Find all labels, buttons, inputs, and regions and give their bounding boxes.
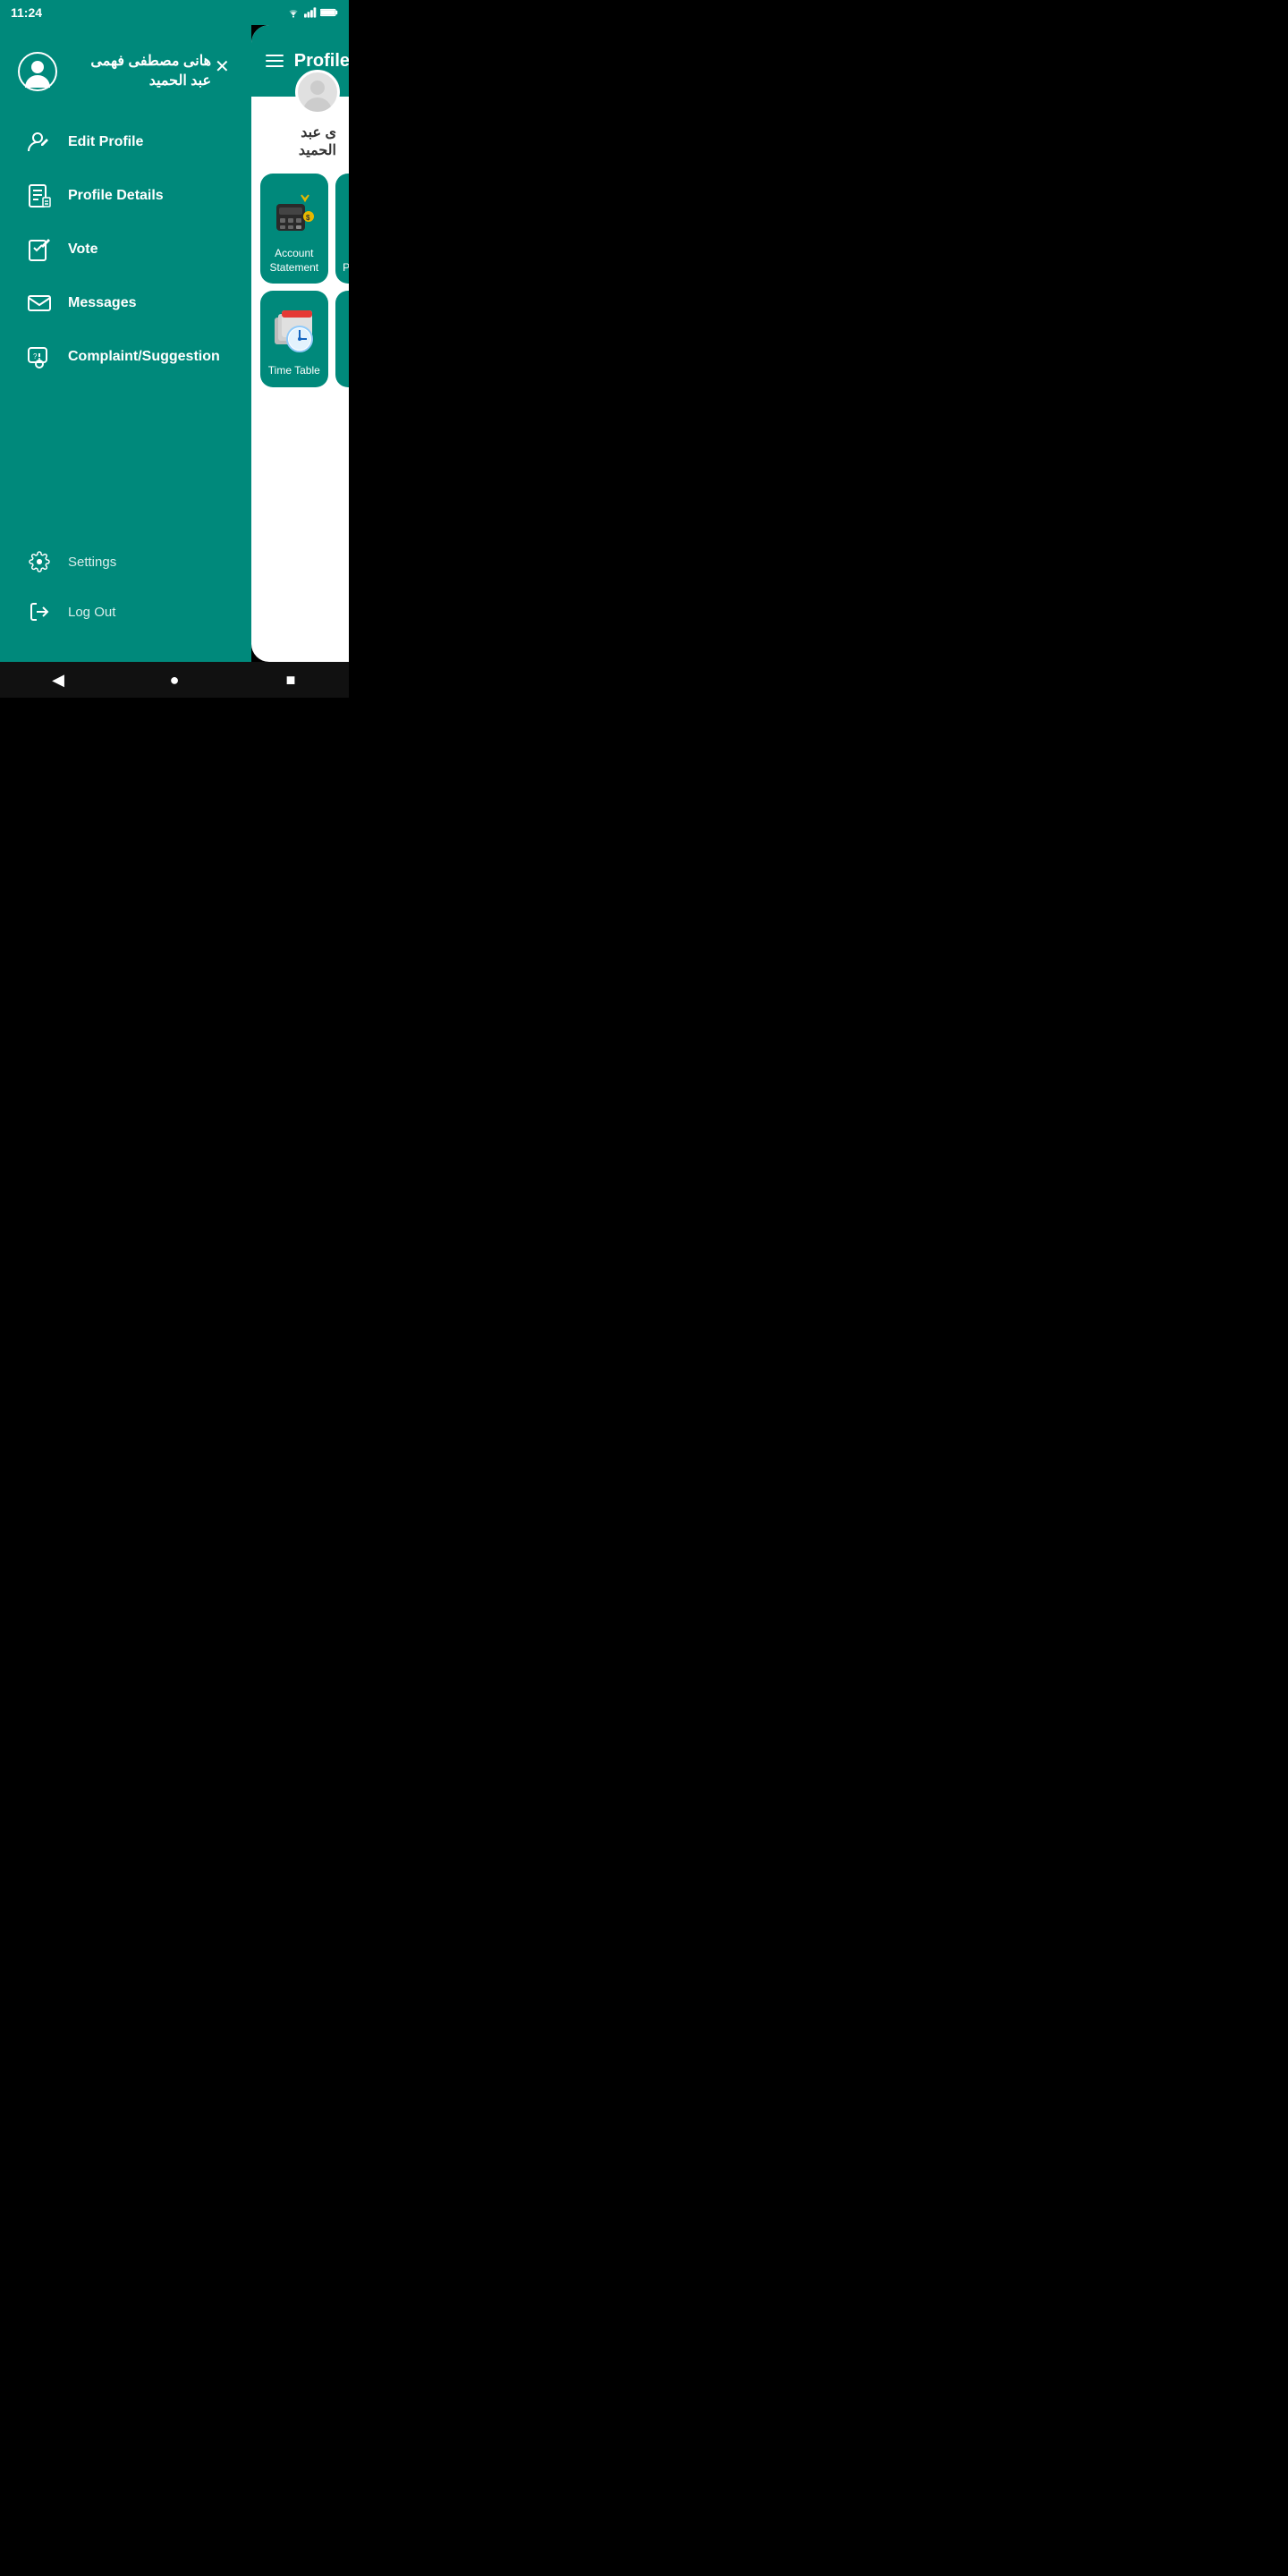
complaint-icon: ? <box>25 343 54 371</box>
account-statement-icon-area: $ <box>267 186 321 240</box>
menu-label-profile-details: Profile Details <box>68 188 164 204</box>
status-bar: 11:24 <box>0 0 349 25</box>
menu-item-edit-profile[interactable]: Edit Profile <box>18 119 233 165</box>
account-statement-icon: $ <box>269 188 319 238</box>
card-label-leave-permission: LeavePermission <box>343 247 349 275</box>
leave-permission-icon-area <box>343 186 349 240</box>
footer-label-logout: Log Out <box>68 605 115 620</box>
menu-item-complaint[interactable]: ? Complaint/Suggestion <box>18 334 233 380</box>
menu-item-messages[interactable]: Messages <box>18 280 233 326</box>
time-table-icon <box>269 305 319 355</box>
fourth-card-icon-area <box>343 303 349 357</box>
nav-recents-button[interactable]: ■ <box>273 662 309 698</box>
status-icons <box>286 7 338 18</box>
main-container: هانى مصطفى فهمى عبد الحميد ✕ Edit Profil… <box>0 25 349 662</box>
card-label-time-table: Time Table <box>268 364 320 378</box>
drawer-header: هانى مصطفى فهمى عبد الحميد ✕ <box>18 43 233 92</box>
menu-label-complaint: Complaint/Suggestion <box>68 349 220 365</box>
menu-label-messages: Messages <box>68 295 137 311</box>
wifi-icon <box>286 7 301 18</box>
footer-item-logout[interactable]: Log Out <box>18 589 233 635</box>
menu-label-edit-profile: Edit Profile <box>68 134 143 150</box>
messages-icon <box>25 289 54 318</box>
leave-permission-icon <box>344 188 349 238</box>
svg-text:$: $ <box>306 214 310 222</box>
nav-back-button[interactable]: ◀ <box>40 662 76 698</box>
profile-content: ى عبد الحميد <box>251 97 349 396</box>
drawer-footer: Settings Log Out <box>18 538 233 644</box>
edit-profile-icon <box>25 128 54 157</box>
footer-item-settings[interactable]: Settings <box>18 538 233 585</box>
nav-home-button[interactable]: ● <box>157 662 192 698</box>
status-time: 11:24 <box>11 5 42 20</box>
signal-icon <box>304 7 317 18</box>
hamburger-icon[interactable] <box>266 55 284 67</box>
menu-label-vote: Vote <box>68 242 97 258</box>
battery-icon <box>320 7 338 18</box>
profile-header: Profile <box>251 25 349 97</box>
time-table-icon-area <box>267 303 321 357</box>
avatar-icon <box>18 52 57 91</box>
logout-icon <box>25 597 54 626</box>
cards-grid: $ AccountStatement <box>260 174 340 387</box>
user-name: هانى مصطفى فهمى عبد الحميد <box>68 52 211 92</box>
menu-item-vote[interactable]: Vote <box>18 226 233 273</box>
profile-name: ى عبد الحميد <box>260 123 340 159</box>
card-leave-permission[interactable]: LeavePermission <box>335 174 349 284</box>
profile-panel: Profile ى عبد الحميد <box>251 25 349 662</box>
drawer: هانى مصطفى فهمى عبد الحميد ✕ Edit Profil… <box>0 25 251 662</box>
settings-icon <box>25 547 54 576</box>
close-button[interactable]: ✕ <box>211 52 233 81</box>
drawer-menu: Edit Profile Profile Details <box>18 119 233 538</box>
footer-label-settings: Settings <box>68 555 116 570</box>
profile-avatar <box>295 70 340 114</box>
card-fourth[interactable]: Le... <box>335 291 349 387</box>
fourth-card-icon <box>344 305 349 355</box>
card-time-table[interactable]: Time Table <box>260 291 328 387</box>
card-label-account-statement: AccountStatement <box>269 247 318 275</box>
card-account-statement[interactable]: $ AccountStatement <box>260 174 328 284</box>
drawer-user-info: هانى مصطفى فهمى عبد الحميد <box>18 52 211 92</box>
vote-icon <box>25 235 54 264</box>
nav-bar: ◀ ● ■ <box>0 662 349 698</box>
profile-title: Profile <box>294 51 349 72</box>
svg-text:?: ? <box>33 352 38 360</box>
profile-details-icon <box>25 182 54 210</box>
menu-item-profile-details[interactable]: Profile Details <box>18 173 233 219</box>
